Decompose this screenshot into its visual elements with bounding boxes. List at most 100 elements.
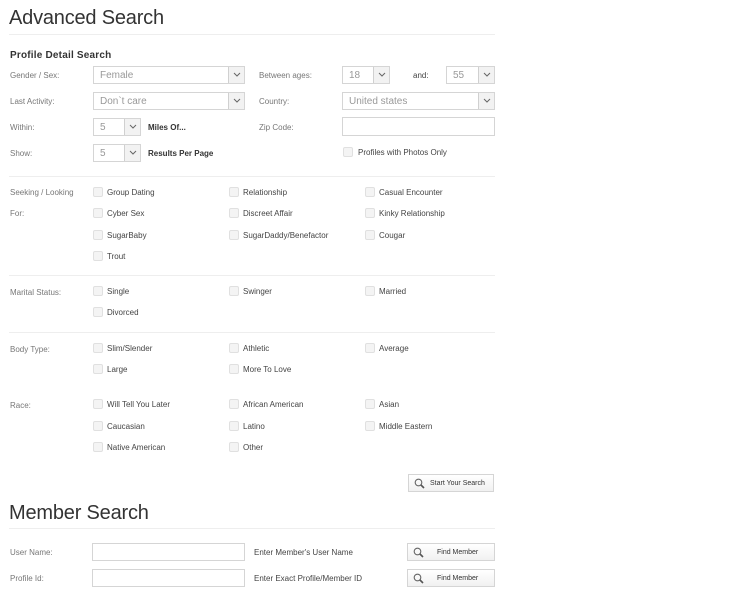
chevron-down-icon[interactable] (228, 93, 244, 109)
option-checkbox[interactable] (365, 286, 375, 296)
search-icon (414, 478, 425, 489)
option-label: Average (379, 344, 409, 353)
option-checkbox[interactable] (229, 187, 239, 197)
option-checkbox[interactable] (93, 187, 103, 197)
option-label: Other (243, 443, 264, 452)
option-label: Swinger (243, 287, 272, 296)
gender-select[interactable]: Female (93, 66, 245, 84)
zip-input[interactable] (342, 117, 495, 136)
profile-id-hint: Enter Exact Profile/Member ID (254, 574, 363, 583)
start-search-label: Start Your Search (430, 480, 485, 487)
option-checkbox[interactable] (229, 229, 239, 240)
section-divider (9, 176, 495, 177)
option-checkbox[interactable] (229, 286, 239, 296)
seeking-label: Seeking / Looking (10, 188, 74, 197)
option-checkbox[interactable] (229, 420, 239, 431)
age-min-select[interactable]: 18 (342, 66, 390, 84)
chevron-down-icon[interactable] (228, 67, 244, 83)
option-checkbox[interactable] (365, 187, 375, 197)
option-label: Discreet Affair (243, 209, 293, 219)
option-checkbox[interactable] (229, 364, 239, 374)
seeking-label-for: For: (10, 209, 25, 218)
start-search-button[interactable]: Start Your Search (408, 474, 494, 492)
gender-label: Gender / Sex: (10, 71, 60, 80)
option-label: Group Dating (107, 188, 155, 197)
option-label: Kinky Relationship (379, 209, 445, 219)
within-select[interactable]: 5 (93, 118, 141, 136)
option-checkbox[interactable] (229, 208, 239, 219)
age-max-select[interactable]: 55 (446, 66, 495, 84)
section-title: Profile Detail Search (10, 50, 112, 61)
option-checkbox[interactable] (93, 250, 103, 261)
chevron-down-icon[interactable] (478, 93, 494, 109)
username-label: User Name: (10, 548, 53, 557)
profile-id-input[interactable] (92, 569, 245, 587)
option-checkbox[interactable] (93, 399, 103, 409)
chevron-down-icon[interactable] (373, 67, 389, 83)
section-divider (9, 332, 495, 333)
country-value: United states (349, 96, 408, 107)
option-checkbox[interactable] (365, 343, 375, 353)
country-select[interactable]: United states (342, 92, 495, 110)
search-icon (413, 573, 424, 584)
find-member-by-id-button[interactable]: Find Member (407, 569, 495, 587)
chevron-down-icon[interactable] (478, 67, 494, 83)
profile-id-label: Profile Id: (10, 574, 44, 583)
option-checkbox[interactable] (93, 208, 103, 219)
race-label: Race: (10, 401, 31, 410)
last-activity-value: Don`t care (100, 96, 147, 107)
ages-label: Between ages: (259, 71, 312, 80)
show-select[interactable]: 5 (93, 144, 141, 162)
option-checkbox[interactable] (93, 307, 103, 317)
option-checkbox[interactable] (93, 343, 103, 353)
within-suffix: Miles Of... (148, 123, 186, 132)
photos-only-checkbox[interactable] (343, 147, 353, 157)
and-label: and: (413, 71, 429, 80)
option-checkbox[interactable] (365, 399, 375, 409)
option-checkbox[interactable] (365, 420, 375, 431)
section-divider (9, 275, 495, 276)
option-label: Latino (243, 421, 265, 431)
gender-value: Female (100, 70, 134, 81)
within-value: 5 (100, 122, 106, 133)
option-checkbox[interactable] (93, 442, 103, 452)
last-activity-select[interactable]: Don`t care (93, 92, 245, 110)
username-input[interactable] (92, 543, 245, 561)
option-checkbox[interactable] (93, 286, 103, 296)
option-checkbox[interactable] (229, 442, 239, 452)
search-icon (413, 547, 424, 558)
show-suffix: Results Per Page (148, 149, 214, 158)
find-member-label: Find Member (437, 549, 479, 556)
age-max-value: 55 (453, 70, 465, 81)
option-checkbox[interactable] (93, 420, 103, 431)
option-label: African American (243, 400, 304, 409)
option-label: SugarDaddy/Benefactor (243, 230, 329, 240)
option-checkbox[interactable] (365, 229, 375, 240)
option-label: Athletic (243, 344, 270, 353)
option-checkbox[interactable] (365, 208, 375, 219)
member-search-title: Member Search (9, 502, 149, 524)
option-label: SugarBaby (107, 230, 147, 240)
chevron-down-icon[interactable] (124, 145, 140, 161)
body-type-label: Body Type: (10, 345, 50, 354)
username-hint: Enter Member's User Name (254, 548, 353, 557)
option-checkbox[interactable] (229, 343, 239, 353)
option-label: More To Love (243, 365, 292, 374)
find-member-by-username-button[interactable]: Find Member (407, 543, 495, 561)
option-label: Married (379, 287, 407, 296)
find-member-label: Find Member (437, 575, 479, 582)
option-label: Middle Eastern (379, 421, 433, 431)
option-label: Will Tell You Later (107, 400, 170, 409)
marital-label: Marital Status: (10, 288, 62, 297)
option-checkbox[interactable] (93, 364, 103, 374)
chevron-down-icon[interactable] (124, 119, 140, 135)
show-value: 5 (100, 148, 106, 159)
option-checkbox[interactable] (93, 229, 103, 240)
option-label: Trout (107, 251, 126, 261)
option-label: Native American (107, 443, 166, 452)
show-label: Show: (10, 149, 33, 158)
country-label: Country: (259, 97, 290, 106)
option-label: Casual Encounter (379, 188, 443, 197)
option-checkbox[interactable] (229, 399, 239, 409)
page-title: Advanced Search (9, 7, 164, 29)
